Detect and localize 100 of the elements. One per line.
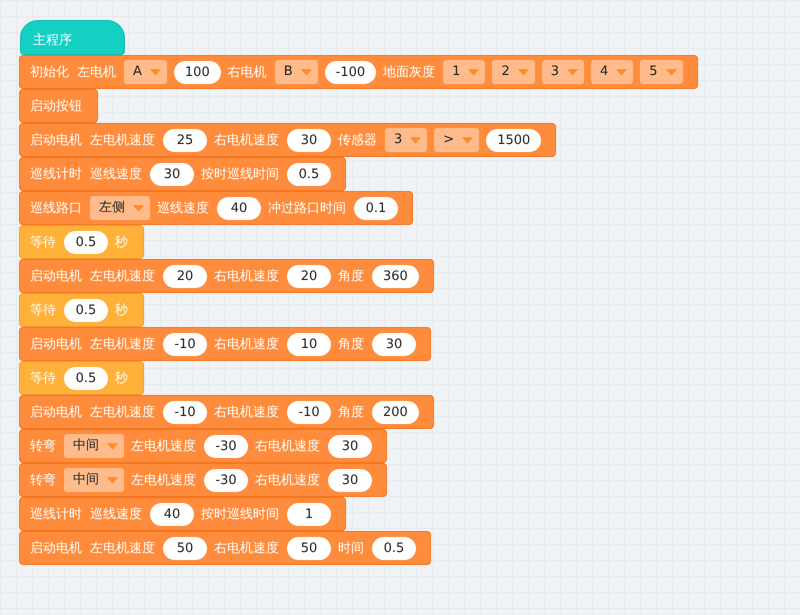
value-field[interactable]: 0.5 bbox=[64, 298, 108, 322]
caret-icon bbox=[133, 204, 144, 212]
value-field[interactable]: 0.1 bbox=[354, 196, 398, 220]
value-field[interactable]: 25 bbox=[163, 128, 207, 152]
block-label: 左电机速度 bbox=[90, 132, 155, 149]
block-label: 左电机速度 bbox=[131, 438, 196, 455]
value-field[interactable]: 0.5 bbox=[372, 536, 416, 560]
value-field[interactable]: 20 bbox=[287, 264, 331, 288]
dropdown[interactable]: 4 bbox=[591, 60, 634, 84]
block-label: 右电机 bbox=[228, 64, 267, 81]
value-field[interactable]: -10 bbox=[163, 400, 207, 424]
value-field[interactable]: 0.5 bbox=[287, 162, 331, 186]
value-field[interactable]: 40 bbox=[217, 196, 261, 220]
code-block[interactable]: 巡线计时 巡线速度 30 按时巡线时间 0.5 bbox=[19, 157, 346, 191]
caret-icon bbox=[300, 68, 312, 76]
code-block[interactable]: 等待 0.5 秒 bbox=[19, 225, 144, 259]
dropdown[interactable]: 1 bbox=[443, 60, 486, 84]
code-block[interactable]: 等待 0.5 秒 bbox=[19, 293, 144, 327]
value-field[interactable]: -10 bbox=[287, 400, 331, 424]
dropdown[interactable]: > bbox=[434, 128, 480, 152]
value-field[interactable]: 50 bbox=[163, 536, 207, 560]
block-label: 转弯 bbox=[30, 438, 56, 455]
value-field[interactable]: 10 bbox=[287, 332, 331, 356]
block-label: 传感器 bbox=[338, 132, 377, 149]
block-label: 启动电机 bbox=[30, 404, 82, 421]
block-label: 地面灰度 bbox=[383, 64, 436, 81]
value-field[interactable]: -30 bbox=[204, 468, 248, 492]
block-label: 角度 bbox=[338, 336, 364, 353]
code-block[interactable]: 转弯 中间 左电机速度 -30 右电机速度 30 bbox=[19, 463, 387, 497]
block-label: 左电机 bbox=[77, 64, 116, 81]
block-label: 启动电机 bbox=[30, 268, 82, 285]
caret-icon bbox=[462, 136, 474, 144]
block-label: 巡线路口 bbox=[30, 200, 82, 217]
value-field[interactable]: 1 bbox=[287, 502, 331, 526]
block-label: 右电机速度 bbox=[214, 336, 279, 353]
value-field[interactable]: 50 bbox=[287, 536, 331, 560]
block-label: 启动电机 bbox=[30, 336, 82, 353]
block-label: 右电机速度 bbox=[214, 540, 279, 557]
value-field[interactable]: 40 bbox=[150, 502, 194, 526]
block-label: 秒 bbox=[115, 234, 128, 251]
caret-icon bbox=[107, 476, 118, 484]
code-block[interactable]: 巡线路口 左侧 巡线速度 40 冲过路口时间 0.1 bbox=[19, 191, 413, 225]
value-field[interactable]: 0.5 bbox=[64, 366, 108, 390]
value-field[interactable]: 30 bbox=[372, 332, 416, 356]
block-label: 右电机速度 bbox=[214, 268, 279, 285]
block-label: 左电机速度 bbox=[90, 540, 155, 557]
value-field[interactable]: 30 bbox=[287, 128, 331, 152]
code-block[interactable]: 启动电机 左电机速度 20 右电机速度 20 角度 360 bbox=[19, 259, 434, 293]
block-label: 等待 bbox=[30, 234, 56, 251]
code-block[interactable]: 启动电机 左电机速度 -10 右电机速度 10 角度 30 bbox=[19, 327, 431, 361]
caret-icon bbox=[468, 68, 480, 76]
caret-icon bbox=[616, 68, 628, 76]
block-label: 左电机速度 bbox=[90, 336, 155, 353]
caret-icon bbox=[150, 68, 161, 76]
block-label: 启动按钮 bbox=[30, 98, 82, 115]
dropdown[interactable]: B bbox=[274, 60, 318, 84]
block-label: 左电机速度 bbox=[90, 404, 155, 421]
value-field[interactable]: -30 bbox=[204, 434, 248, 458]
code-block[interactable]: 启动电机 左电机速度 50 右电机速度 50 时间 0.5 bbox=[19, 531, 431, 565]
dropdown[interactable]: 2 bbox=[492, 60, 535, 84]
caret-icon bbox=[518, 68, 529, 76]
block-label: 右电机速度 bbox=[214, 132, 279, 149]
block-label: 角度 bbox=[338, 404, 364, 421]
dropdown[interactable]: A bbox=[124, 60, 167, 84]
value-field[interactable]: 200 bbox=[372, 400, 419, 424]
value-field[interactable]: -10 bbox=[163, 332, 207, 356]
block-label: 巡线计时 bbox=[30, 166, 82, 183]
block-label: 等待 bbox=[30, 302, 56, 319]
code-block[interactable]: 初始化 左电机 A 100 右电机 B -100 地面灰度 1 2 3 4 5 bbox=[19, 55, 698, 89]
dropdown[interactable]: 3 bbox=[542, 60, 584, 84]
value-field[interactable]: 30 bbox=[328, 468, 372, 492]
block-label: 时间 bbox=[338, 540, 364, 557]
block-label: 左电机速度 bbox=[131, 472, 196, 489]
value-field[interactable]: 30 bbox=[328, 434, 372, 458]
value-field[interactable]: 100 bbox=[174, 60, 221, 84]
caret-icon bbox=[410, 136, 422, 144]
block-label: 冲过路口时间 bbox=[268, 200, 346, 217]
code-block[interactable]: 启动电机 左电机速度 25 右电机速度 30 传感器 3 > 1500 bbox=[19, 123, 556, 157]
value-field[interactable]: 1500 bbox=[486, 128, 542, 152]
value-field[interactable]: 360 bbox=[372, 264, 419, 288]
code-block[interactable]: 启动电机 左电机速度 -10 右电机速度 -10 角度 200 bbox=[19, 395, 434, 429]
value-field[interactable]: 20 bbox=[163, 264, 207, 288]
value-field[interactable]: 30 bbox=[150, 162, 194, 186]
block-label: 巡线速度 bbox=[90, 506, 142, 523]
dropdown[interactable]: 3 bbox=[385, 128, 428, 152]
code-block[interactable]: 巡线计时 巡线速度 40 按时巡线时间 1 bbox=[19, 497, 346, 531]
block-label: 左电机速度 bbox=[90, 268, 155, 285]
block-label: 巡线计时 bbox=[30, 506, 82, 523]
code-block[interactable]: 等待 0.5 秒 bbox=[19, 361, 144, 395]
dropdown[interactable]: 5 bbox=[640, 60, 683, 84]
block-label: 秒 bbox=[115, 302, 128, 319]
code-block[interactable]: 转弯 中间 左电机速度 -30 右电机速度 30 bbox=[19, 429, 387, 463]
dropdown[interactable]: 左侧 bbox=[90, 196, 150, 220]
value-field[interactable]: -100 bbox=[324, 60, 376, 84]
dropdown[interactable]: 中间 bbox=[64, 434, 124, 458]
block-label: 右电机速度 bbox=[214, 404, 279, 421]
block-label: 启动电机 bbox=[30, 132, 82, 149]
block-label: 等待 bbox=[30, 370, 56, 387]
value-field[interactable]: 0.5 bbox=[64, 230, 108, 254]
dropdown[interactable]: 中间 bbox=[64, 468, 124, 492]
